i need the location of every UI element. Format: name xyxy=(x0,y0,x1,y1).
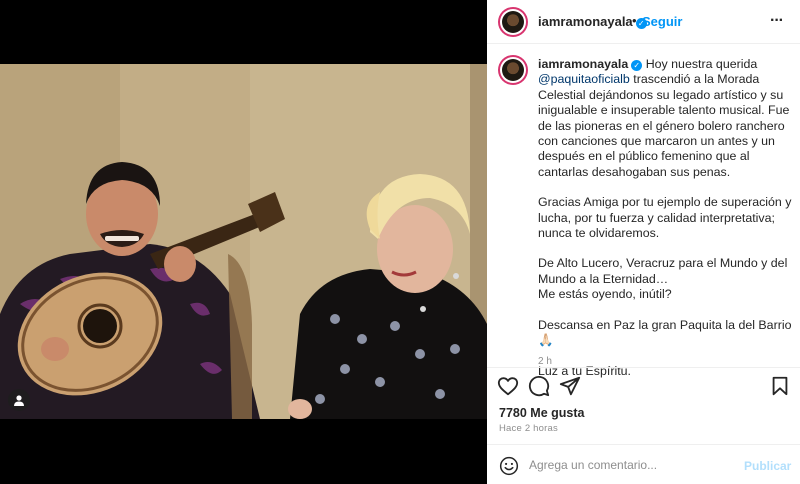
verified-badge-icon: ✓ xyxy=(631,60,643,71)
pray-emoji: 🙏🏻 xyxy=(538,333,554,348)
caption-section: iamramonayala ✓ Hoy nuestra querida @paqu… xyxy=(487,45,800,378)
comment-bar: Publicar xyxy=(487,444,800,484)
post-time-ago: Hace 2 horas xyxy=(499,423,558,434)
comment-input[interactable] xyxy=(529,456,729,474)
caption-paragraph: iamramonayala ✓ Hoy nuestra querida @paqu… xyxy=(538,57,793,180)
caption-line: De Alto Lucero, Veracruz para el Mundo y… xyxy=(538,256,788,286)
bookmark-icon xyxy=(772,376,788,396)
caption-paragraph: De Alto Lucero, Veracruz para el Mundo y… xyxy=(538,256,793,302)
caption-paragraph: Gracias Amiga por tu ejemplo de superaci… xyxy=(538,195,792,241)
comment-button[interactable] xyxy=(528,375,552,399)
avatar[interactable] xyxy=(498,7,528,37)
likes-count[interactable]: 7780 Me gusta xyxy=(499,406,584,420)
share-icon xyxy=(559,376,581,396)
comment-icon xyxy=(528,375,550,397)
caption-avatar[interactable] xyxy=(498,55,528,85)
emoji-icon xyxy=(499,456,519,476)
more-horizontal-icon[interactable]: ··· xyxy=(770,12,786,32)
caption-line: Descansa en Paz la gran Paquita la del B… xyxy=(538,317,792,332)
save-button[interactable] xyxy=(769,375,793,399)
post-actions-bar xyxy=(487,367,800,403)
post-side-panel: iamramonayala ✓ • Seguir ··· iamramonayal… xyxy=(487,0,800,484)
user-tag-icon xyxy=(14,395,24,406)
heart-icon xyxy=(497,377,519,396)
video-still-image xyxy=(0,64,487,419)
follow-separator: • xyxy=(632,13,637,28)
mention-link[interactable]: @paquitaoficialb xyxy=(538,72,630,86)
caption-line: Me estás oyendo, inútil? xyxy=(538,287,672,302)
caption-text: iamramonayala ✓ Hoy nuestra querida @paqu… xyxy=(538,57,793,379)
username-text: iamramonayala xyxy=(538,14,633,29)
caption-body: trascendió a la Morada Celestial dejándo… xyxy=(538,72,790,179)
caption-paragraph: Descansa en Paz la gran Paquita la del B… xyxy=(538,318,793,349)
follow-button[interactable]: Seguir xyxy=(642,14,682,29)
caption-intro: Hoy nuestra querida xyxy=(645,57,758,71)
like-button[interactable] xyxy=(497,375,521,399)
emoji-button[interactable] xyxy=(499,456,519,476)
post-media[interactable] xyxy=(0,0,487,484)
publish-button[interactable]: Publicar xyxy=(744,459,791,473)
header-username-link[interactable]: iamramonayala ✓ xyxy=(538,14,647,29)
caption-timestamp[interactable]: 2 h xyxy=(538,356,552,367)
user-tag-button[interactable] xyxy=(8,389,30,411)
post-header: iamramonayala ✓ • Seguir ··· xyxy=(487,0,800,44)
caption-username-link[interactable]: iamramonayala xyxy=(538,57,628,71)
share-button[interactable] xyxy=(559,375,583,399)
post-video-frame[interactable] xyxy=(0,64,487,419)
